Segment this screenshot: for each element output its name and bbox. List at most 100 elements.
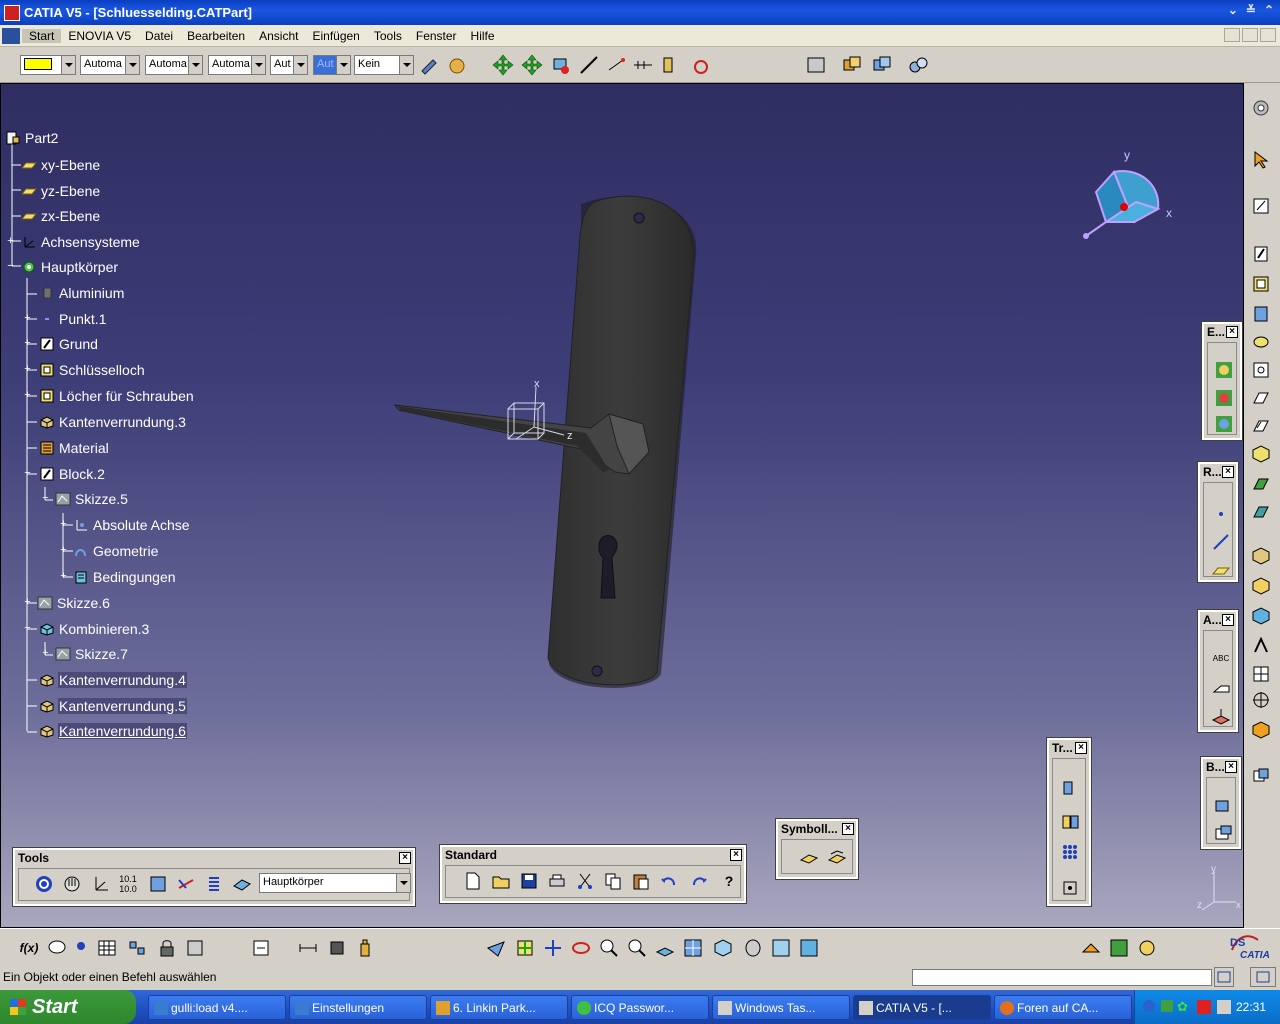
slot-icon[interactable]: [1250, 415, 1272, 437]
chevron-down-icon[interactable]: [251, 56, 265, 74]
painter-icon[interactable]: [418, 54, 440, 76]
scaling-icon[interactable]: [1059, 877, 1081, 899]
power-input-button[interactable]: [1214, 967, 1234, 987]
rib-icon[interactable]: [1250, 387, 1272, 409]
menu-tools[interactable]: Tools: [367, 29, 409, 43]
color-combo[interactable]: [20, 55, 76, 75]
close-icon[interactable]: ×: [1222, 614, 1234, 626]
work-object-combo[interactable]: Hauptkörper: [259, 873, 411, 893]
material-sphere-icon[interactable]: [446, 54, 468, 76]
close-icon[interactable]: ⌃: [1264, 3, 1274, 17]
chevron-down-icon[interactable]: [125, 56, 139, 74]
sketch-plane-icon[interactable]: [798, 846, 820, 868]
knowledge-icon[interactable]: [70, 937, 92, 959]
update-icon[interactable]: [33, 873, 55, 895]
draft-icon[interactable]: [1250, 605, 1272, 627]
paste-icon[interactable]: [630, 870, 652, 892]
transparency-combo[interactable]: Automa: [80, 55, 140, 75]
catalog-icon[interactable]: [805, 54, 827, 76]
menu-hilfe[interactable]: Hilfe: [464, 29, 502, 43]
tree-item-sketch7[interactable]: Skizze.7: [55, 645, 129, 663]
no-symbol-icon[interactable]: [690, 54, 712, 76]
product-icon[interactable]: [871, 54, 893, 76]
speaker-icon[interactable]: [1217, 1000, 1231, 1014]
solid-combine-icon[interactable]: [1250, 443, 1272, 465]
tree-item-block2[interactable]: Block.2: [39, 465, 106, 483]
measure-inertia-icon[interactable]: [297, 937, 319, 959]
translation-icon[interactable]: [1059, 777, 1081, 799]
doc-minimize-icon[interactable]: [1224, 28, 1240, 42]
chevron-down-icon[interactable]: [61, 56, 75, 74]
swap-visible-icon[interactable]: [798, 937, 820, 959]
line-type-combo[interactable]: Automa: [208, 55, 266, 75]
start-button[interactable]: Start: [0, 990, 136, 1024]
close-icon[interactable]: ×: [399, 852, 411, 864]
taskbar-item-firefox[interactable]: Foren auf CA...: [994, 995, 1132, 1020]
assembly-icon[interactable]: [841, 54, 863, 76]
print-icon[interactable]: [546, 870, 568, 892]
text-annotation-icon[interactable]: ABC: [1210, 647, 1232, 669]
tree-item-absolute-axis[interactable]: Absolute Achse: [73, 516, 191, 534]
tree-item-edge-fillet-5[interactable]: Kantenverrundung.5: [39, 697, 187, 715]
multi-sketch-icon[interactable]: [826, 846, 848, 868]
apply-material-icon[interactable]: [326, 937, 348, 959]
point-icon[interactable]: [1210, 503, 1232, 525]
3d-annotation-icon[interactable]: [1210, 705, 1232, 727]
hole-icon[interactable]: [1250, 331, 1272, 353]
close-icon[interactable]: ×: [1225, 761, 1237, 773]
chevron-down-icon[interactable]: [188, 56, 202, 74]
chevron-down-icon[interactable]: [293, 56, 307, 74]
loft-icon[interactable]: [1250, 501, 1272, 523]
network-icon[interactable]: [1143, 1000, 1155, 1012]
pad-icon[interactable]: [1250, 243, 1272, 265]
comment-icon[interactable]: [46, 937, 68, 959]
fit-all-icon[interactable]: [514, 937, 536, 959]
expand-toggle-icon[interactable]: +: [59, 571, 68, 582]
boolean-assemble-icon[interactable]: [1212, 794, 1234, 816]
menu-einfuegen[interactable]: Einfügen: [305, 29, 366, 43]
texture-icon[interactable]: [1108, 937, 1130, 959]
catalog-browser-icon[interactable]: [147, 873, 169, 895]
pattern-icon[interactable]: [1059, 841, 1081, 863]
compass-icon[interactable]: y x: [1076, 147, 1186, 247]
multi-view-icon[interactable]: [682, 937, 704, 959]
line-thickness-combo[interactable]: Automa: [145, 55, 203, 75]
tree-item-axis-systems[interactable]: Achsensysteme: [21, 233, 141, 251]
menu-bearbeiten[interactable]: Bearbeiten: [180, 29, 252, 43]
render-style-icon[interactable]: [1080, 937, 1102, 959]
edge-fillet-icon[interactable]: [1250, 545, 1272, 567]
expand-toggle-icon[interactable]: +: [6, 236, 15, 247]
tree-item-grund[interactable]: Grund: [39, 335, 99, 353]
thickness-icon[interactable]: [1250, 663, 1272, 685]
antivirus-icon[interactable]: [1197, 1000, 1211, 1014]
menu-start[interactable]: Start: [22, 28, 62, 43]
zoom-out-icon[interactable]: [626, 937, 648, 959]
close-icon[interactable]: ×: [1222, 466, 1234, 478]
apply-material-icon[interactable]: [1213, 359, 1235, 381]
menu-fenster[interactable]: Fenster: [409, 29, 464, 43]
power-input-field[interactable]: [912, 969, 1212, 986]
dimension-icon[interactable]: [660, 54, 682, 76]
taskbar-item-icq[interactable]: ICQ Passwor...: [571, 995, 709, 1020]
close-icon[interactable]: ×: [1075, 742, 1087, 754]
point-type-combo[interactable]: Aut: [270, 55, 308, 75]
menu-enovia[interactable]: ENOVIA V5: [61, 29, 138, 43]
tree-item-punkt1[interactable]: Punkt.1: [39, 310, 107, 328]
collapse-toggle-icon[interactable]: −: [6, 261, 15, 272]
tree-item-edge-fillet-4[interactable]: Kantenverrundung.4: [39, 671, 187, 689]
transformation-icon[interactable]: [1250, 765, 1272, 787]
tree-item-xy-plane[interactable]: xy-Ebene: [20, 156, 101, 174]
help-icon[interactable]: ?: [718, 870, 740, 892]
shading-icon[interactable]: [742, 937, 764, 959]
layer-combo-selected[interactable]: Aut: [313, 55, 351, 75]
icq-status-icon[interactable]: ✿: [1177, 999, 1188, 1015]
macro-icon[interactable]: [250, 937, 272, 959]
tree-item-edge-fillet-6[interactable]: Kantenverrundung.6: [39, 722, 187, 740]
move-icon[interactable]: [492, 54, 514, 76]
environment-icon[interactable]: [1213, 413, 1235, 435]
measure-icon[interactable]: [578, 54, 600, 76]
axis-system-icon[interactable]: [89, 873, 111, 895]
open-folder-icon[interactable]: [490, 870, 512, 892]
mirror-icon[interactable]: [1059, 811, 1081, 833]
fly-mode-icon[interactable]: [485, 937, 507, 959]
